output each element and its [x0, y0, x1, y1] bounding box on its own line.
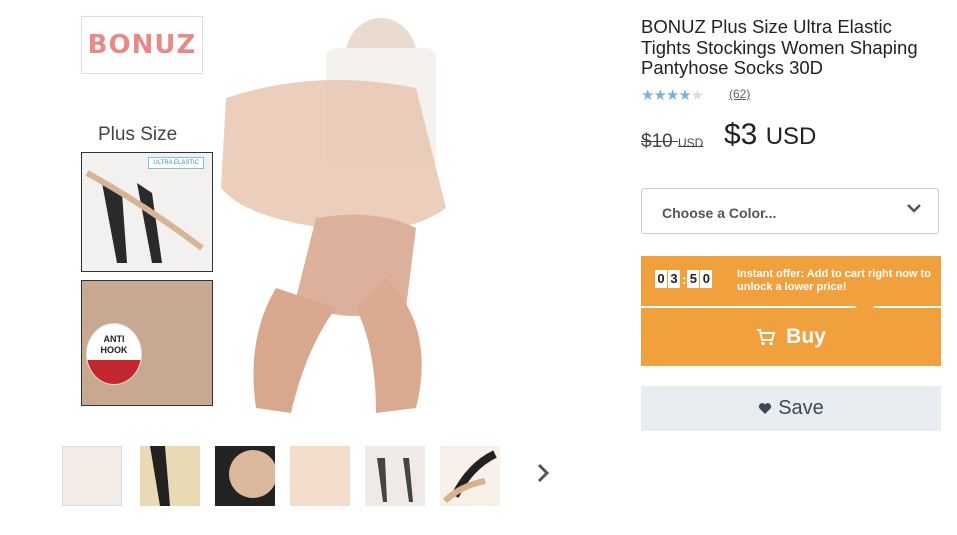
offer-notch: [855, 306, 875, 316]
timer-digit: 5: [687, 270, 700, 288]
old-price: $10 USD: [641, 131, 703, 153]
anti-hook-line1: ANTI: [103, 334, 125, 344]
anti-hook-inset: ANTI HOOK: [81, 280, 213, 406]
anti-hook-line2: HOOK: [100, 345, 128, 355]
product-title: BONUZ Plus Size Ultra Elastic Tights Sto…: [641, 16, 918, 78]
brand-logo: BONUZ: [81, 16, 203, 74]
thumbnail-2[interactable]: [140, 446, 200, 506]
heart-icon: [759, 403, 772, 414]
instant-offer-text: Instant offer: Add to cart right now to …: [737, 268, 931, 293]
thumbnail-1[interactable]: [62, 446, 122, 506]
current-price-value: $3: [724, 118, 758, 151]
rating: ★★★★★ (62): [641, 86, 750, 104]
old-price-value: $10: [641, 131, 673, 152]
rating-stars: ★★★★★: [641, 87, 704, 104]
review-count-link[interactable]: (62): [729, 87, 750, 101]
thumbnail-6[interactable]: [440, 446, 500, 506]
buy-button-label: Buy: [786, 325, 826, 348]
current-price: $3 USD: [724, 118, 816, 152]
color-select[interactable]: Choose a Color...: [641, 188, 939, 234]
star-empty-icon: ★: [690, 87, 704, 104]
chevron-down-icon: [907, 204, 921, 213]
anti-hook-badge: ANTI HOOK: [86, 323, 142, 385]
timer-digit: 0: [655, 270, 667, 288]
thumbnail-4[interactable]: [290, 446, 350, 506]
inset-legs-photo: [85, 170, 204, 263]
plus-size-label: Plus Size: [98, 124, 178, 145]
save-button[interactable]: Save: [641, 386, 941, 431]
countdown-timer: 0 3 : 5 0: [655, 270, 713, 288]
star-icon: ★★★★: [641, 87, 692, 104]
buy-button[interactable]: Buy: [641, 307, 941, 366]
thumbnail-5[interactable]: [365, 446, 425, 506]
main-product-image[interactable]: BONUZ Plus Size ULTRA ELASTIC ANTI HOOK: [76, 8, 566, 428]
save-button-label: Save: [778, 397, 824, 419]
color-select-label: Choose a Color...: [662, 205, 777, 221]
thumbnail-strip: [62, 446, 532, 508]
ultra-elastic-badge: ULTRA ELASTIC: [148, 157, 204, 169]
chevron-right-icon[interactable]: [533, 462, 553, 488]
thumbnail-3[interactable]: [215, 446, 275, 506]
old-price-currency: USD: [677, 136, 704, 150]
timer-digit: 3: [668, 270, 680, 288]
instant-offer-panel: 0 3 : 5 0 Instant offer: Add to cart rig…: [641, 256, 941, 306]
cart-icon: [757, 329, 776, 346]
timer-digit: 0: [700, 270, 713, 288]
ultra-elastic-inset: ULTRA ELASTIC: [81, 152, 213, 272]
current-price-currency: USD: [765, 123, 817, 150]
